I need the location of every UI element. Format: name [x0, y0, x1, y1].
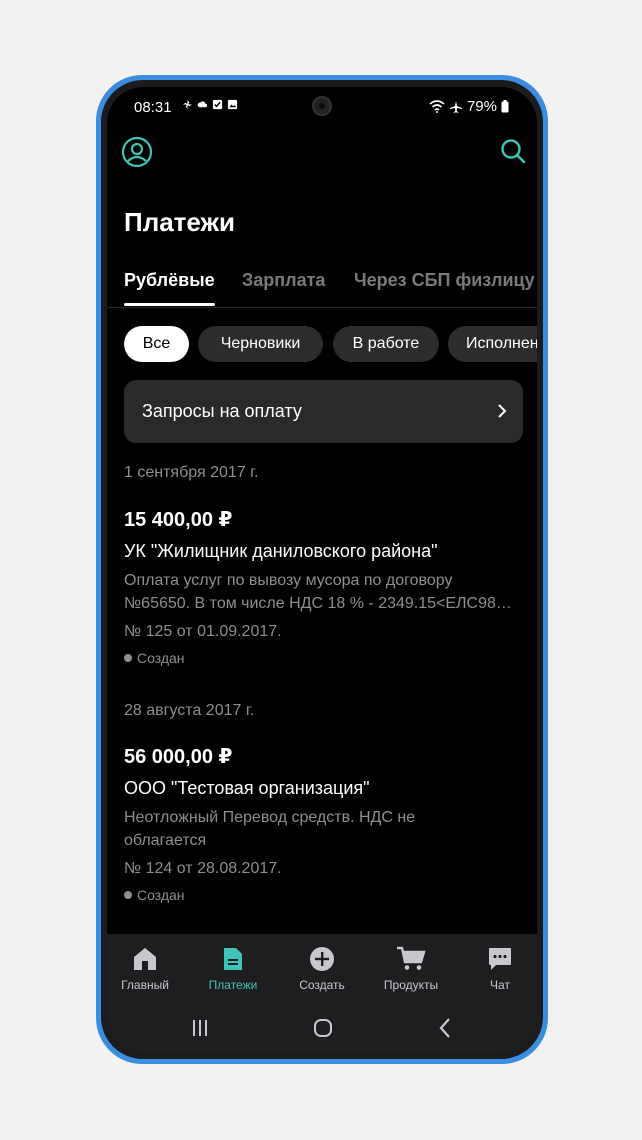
payment-status-label: Создан	[137, 650, 185, 666]
payment-description: Оплата услуг по вывозу мусора по договор…	[124, 569, 524, 615]
nav-payments[interactable]: Платежи	[193, 946, 273, 992]
nav-chat[interactable]: Чат	[460, 946, 537, 992]
tab-sbp-transfer[interactable]: Через СБП физлицу	[354, 270, 535, 291]
home-button-icon[interactable]	[311, 1016, 335, 1040]
payment-requests-label: Запросы на оплату	[142, 401, 302, 421]
payment-status: Создан	[124, 887, 185, 903]
front-camera	[312, 96, 332, 116]
status-system-icons: 79%	[429, 98, 509, 115]
payment-doc-number: № 125 от 01.09.2017.	[124, 623, 282, 640]
status-dot	[124, 891, 132, 899]
payment-description: Неотложный Перевод средств. НДС не облаг…	[124, 806, 524, 852]
filter-executed[interactable]: Исполнен	[448, 326, 537, 362]
payment-status-label: Создан	[137, 887, 185, 903]
status-bar: 08:31 79%	[107, 87, 537, 127]
image-icon	[227, 99, 238, 110]
plus-circle-icon	[310, 947, 334, 971]
filter-drafts[interactable]: Черновики	[198, 326, 323, 362]
airplane-icon	[449, 100, 462, 113]
nav-label: Чат	[490, 978, 510, 992]
battery-percent: 79%	[466, 98, 497, 115]
page-title: Платежи	[124, 207, 235, 237]
document-icon	[224, 948, 242, 970]
filter-in-progress[interactable]: В работе	[333, 326, 439, 362]
home-icon	[134, 948, 156, 970]
nav-label: Платежи	[208, 978, 258, 992]
nav-home[interactable]: Главный	[107, 946, 185, 992]
screen: 08:31 79% Платежи Рублёвые Зарплата Чере…	[107, 87, 537, 1053]
filter-chips: Все Черновики В работе Исполнен	[124, 326, 537, 362]
payment-doc-number: № 124 от 28.08.2017.	[124, 860, 282, 877]
nav-label: Главный	[121, 978, 169, 992]
nav-create[interactable]: Создать	[282, 946, 362, 992]
status-time: 08:31	[134, 99, 172, 116]
bottom-nav: Главный Платежи Создать Продукты Чат	[107, 934, 537, 1006]
payment-amount: 56 000,00 ₽	[124, 746, 233, 768]
profile-icon[interactable]	[121, 136, 153, 168]
nav-products[interactable]: Продукты	[371, 946, 451, 992]
status-dot	[124, 654, 132, 662]
payment-payee: ООО "Тестовая организация"	[124, 778, 370, 798]
device-body: 08:31 79% Платежи Рублёвые Зарплата Чере…	[101, 80, 543, 1059]
payment-payee: УК "Жилищник даниловского района"	[124, 541, 438, 561]
payment-description-line: Оплата услуг по вывозу мусора по договор…	[124, 572, 453, 589]
nav-label: Создать	[299, 978, 345, 992]
fan-icon	[182, 99, 193, 110]
system-nav-bar	[107, 1006, 537, 1053]
active-tab-indicator	[124, 303, 215, 306]
payment-date: 1 сентября 2017 г.	[124, 464, 259, 481]
chat-icon	[489, 948, 511, 970]
wifi-icon	[429, 100, 445, 113]
battery-icon	[501, 100, 509, 113]
payment-date: 28 августа 2017 г.	[124, 702, 255, 719]
payment-status: Создан	[124, 650, 185, 666]
payment-amount: 15 400,00 ₽	[124, 509, 233, 531]
payment-description-line: Неотложный Перевод средств. НДС не	[124, 809, 416, 826]
nav-label: Продукты	[383, 978, 439, 992]
chevron-right-icon	[498, 404, 507, 418]
tab-rubles[interactable]: Рублёвые	[124, 270, 215, 291]
cloud-icon	[197, 101, 208, 108]
payment-description-line: облагается	[124, 832, 207, 849]
payment-requests-card[interactable]: Запросы на оплату	[124, 380, 523, 443]
tab-salary[interactable]: Зарплата	[242, 270, 325, 291]
tab-bar: Рублёвые Зарплата Через СБП физлицу	[107, 262, 537, 308]
status-notification-icons	[182, 99, 238, 110]
payment-description-line: №65650. В том числе НДС 18 % - 2349.15<Е…	[124, 595, 512, 612]
back-icon[interactable]	[433, 1016, 457, 1040]
checkbox-icon	[212, 99, 223, 110]
cart-icon	[397, 946, 426, 970]
recent-apps-icon[interactable]	[188, 1016, 212, 1040]
search-icon[interactable]	[499, 137, 527, 165]
filter-all[interactable]: Все	[124, 326, 189, 362]
